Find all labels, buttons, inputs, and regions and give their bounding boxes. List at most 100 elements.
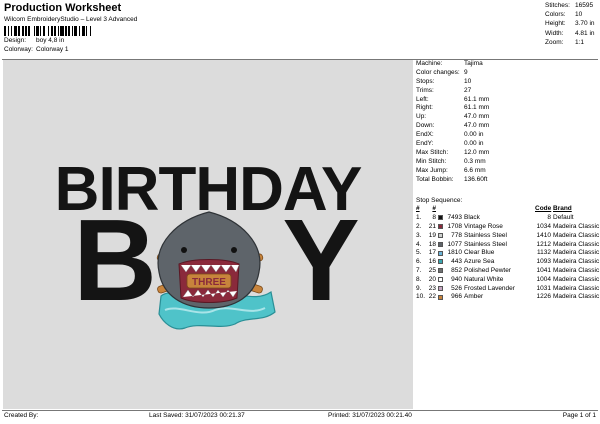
thread-code: 1093	[536, 258, 551, 266]
stat-row: Colors: 10	[545, 11, 598, 20]
info-value: 12.0 mm	[464, 148, 490, 156]
swatch-box	[438, 215, 443, 221]
embroidery-design: BIRTHDAY B Y THREE	[55, 155, 363, 330]
thread-code: 1132	[537, 249, 551, 257]
swatch-box	[438, 268, 443, 274]
stat-label: Zoom:	[545, 38, 564, 46]
info-value: 0.3 mm	[464, 157, 486, 165]
info-value: 0.00 in	[464, 131, 484, 139]
info-value: Tajima	[464, 60, 483, 67]
thread-code: 1041	[536, 267, 551, 275]
machine-info-row: Right: 61.1 mm	[416, 104, 598, 113]
thread-brand: Madeira Classic 40	[553, 293, 600, 301]
design-preview: BIRTHDAY B Y THREE	[3, 60, 413, 409]
page-title: Production Worksheet	[4, 2, 122, 14]
info-label: Down:	[416, 122, 435, 130]
stop-stitch-count: 526	[451, 284, 462, 292]
stop-row: 2. 21 1708 Vintage Rose 1034 Madeira Classic …	[416, 222, 600, 231]
thread-brand: Madeira Classic 40	[553, 284, 600, 292]
machine-info-row: EndY: 0.00 in	[416, 140, 598, 149]
color-swatch	[438, 215, 446, 221]
stop-row: 1. 8 7493 Black 8 Default	[416, 214, 600, 223]
color-swatch	[438, 285, 446, 291]
stop-index: 4.	[416, 240, 422, 248]
stop-needle: 20	[428, 275, 436, 283]
color-swatch	[438, 268, 446, 274]
stop-stitch-count: 1077	[447, 240, 462, 248]
thread-brand: Madeira Classic 40	[553, 249, 600, 257]
design-value: boy 4,8 in	[36, 37, 65, 45]
thread-code: 1031	[536, 284, 551, 292]
thread-brand: Madeira Classic 40	[553, 258, 600, 266]
info-value: 61.1 mm	[464, 95, 490, 103]
last-saved: Last Saved: 31/07/2023 00:21.37	[149, 412, 245, 419]
stop-stitch-count: 778	[451, 231, 462, 239]
color-swatch	[438, 277, 446, 283]
machine-info-row: Total Bobbin: 136.60ft	[416, 176, 598, 185]
info-value: 9	[464, 68, 468, 76]
machine-info-row: Max Jump: 6.6 mm	[416, 167, 598, 176]
machine-info-row: Stops: 10	[416, 78, 598, 87]
software-name: Wilcom EmbroideryStudio – Level 3 Advanc…	[4, 16, 138, 23]
stat-row: Stitches: 16595	[545, 2, 598, 11]
stop-index: 8.	[416, 275, 422, 283]
stop-stitch-count: 7493	[447, 214, 462, 222]
thread-code: 1004	[536, 275, 551, 283]
thread-brand: Madeira Classic 40	[553, 275, 600, 283]
stat-label: Width:	[545, 29, 564, 37]
col-code: Code	[535, 205, 552, 213]
info-value: 0.00 in	[464, 140, 484, 148]
info-label: Max Jump:	[416, 166, 448, 174]
info-label: Max Stitch:	[416, 148, 449, 156]
stop-needle: 17	[428, 249, 436, 257]
info-label: Stops:	[416, 77, 435, 85]
barcode-bar	[91, 26, 93, 37]
machine-info-row: Down: 47.0 mm	[416, 122, 598, 131]
thread-name: Clear Blue	[464, 249, 495, 257]
info-label: Min Stitch:	[416, 157, 447, 165]
info-label: Trims:	[416, 86, 434, 94]
thread-code: 1410	[536, 231, 551, 239]
stop-stitch-count: 940	[451, 275, 462, 283]
stop-row: 7. 25 852 Polished Pewter 1041 Madeira Classi…	[416, 266, 600, 275]
barcode	[4, 26, 134, 37]
stop-stitch-count: 443	[451, 258, 462, 266]
stop-needle: 18	[428, 240, 436, 248]
info-value: 27	[464, 86, 472, 94]
stop-table-header: # # Code Brand	[416, 205, 600, 214]
colorway-line: Colorway: Colorway 1	[4, 46, 414, 53]
color-swatch	[438, 241, 446, 247]
stop-row: 5. 17 1810Clear Blue 1132Madeira Classic 40	[416, 249, 600, 258]
thread-name: Stainless Steel	[464, 240, 507, 248]
three-badge-text: THREE	[192, 277, 226, 288]
worksheet-header: Production Worksheet Wilcom EmbroiderySt…	[4, 2, 414, 53]
stop-row: 6. 16 443Azure Sea 1093Madeira Classic 40	[416, 258, 600, 267]
stop-index: 6.	[416, 258, 422, 266]
stat-row: Width: 4.81 in	[545, 30, 598, 39]
stop-sequence-title: Stop Sequence:	[416, 196, 600, 205]
stop-stitch-count: 1708	[447, 223, 462, 231]
stop-needle: 8	[432, 214, 436, 222]
colorway-label: Colorway:	[4, 45, 33, 53]
info-label: EndY:	[416, 140, 434, 148]
info-label: Right:	[416, 104, 433, 112]
thread-code: 1226	[536, 293, 551, 301]
printed-date: Printed: 31/07/2023 00:21.40	[328, 412, 412, 419]
stop-needle: 25	[428, 267, 436, 275]
thread-code: 1034	[536, 223, 551, 231]
stop-row: 8. 20 940 Natural White 1004 Madeira Classic …	[416, 275, 600, 284]
stat-value: 1:1	[575, 38, 585, 46]
stat-value: 3.70 in	[575, 20, 595, 28]
stop-needle: 19	[428, 231, 436, 239]
info-label: Total Bobbin:	[416, 175, 454, 183]
stat-value: 4.81 in	[575, 29, 595, 37]
stop-needle: 21	[428, 223, 436, 231]
color-swatch	[438, 259, 446, 265]
shark-head: THREE	[157, 211, 261, 309]
info-label: Color changes:	[416, 68, 460, 76]
machine-info-panel: Machine: Tajima Color changes: 9 Stops: 10 Tri…	[416, 60, 598, 184]
swatch-box	[438, 241, 443, 247]
thread-name: Azure Sea	[464, 258, 495, 266]
info-label: Left:	[416, 95, 429, 103]
stop-needle: 22	[428, 293, 436, 301]
